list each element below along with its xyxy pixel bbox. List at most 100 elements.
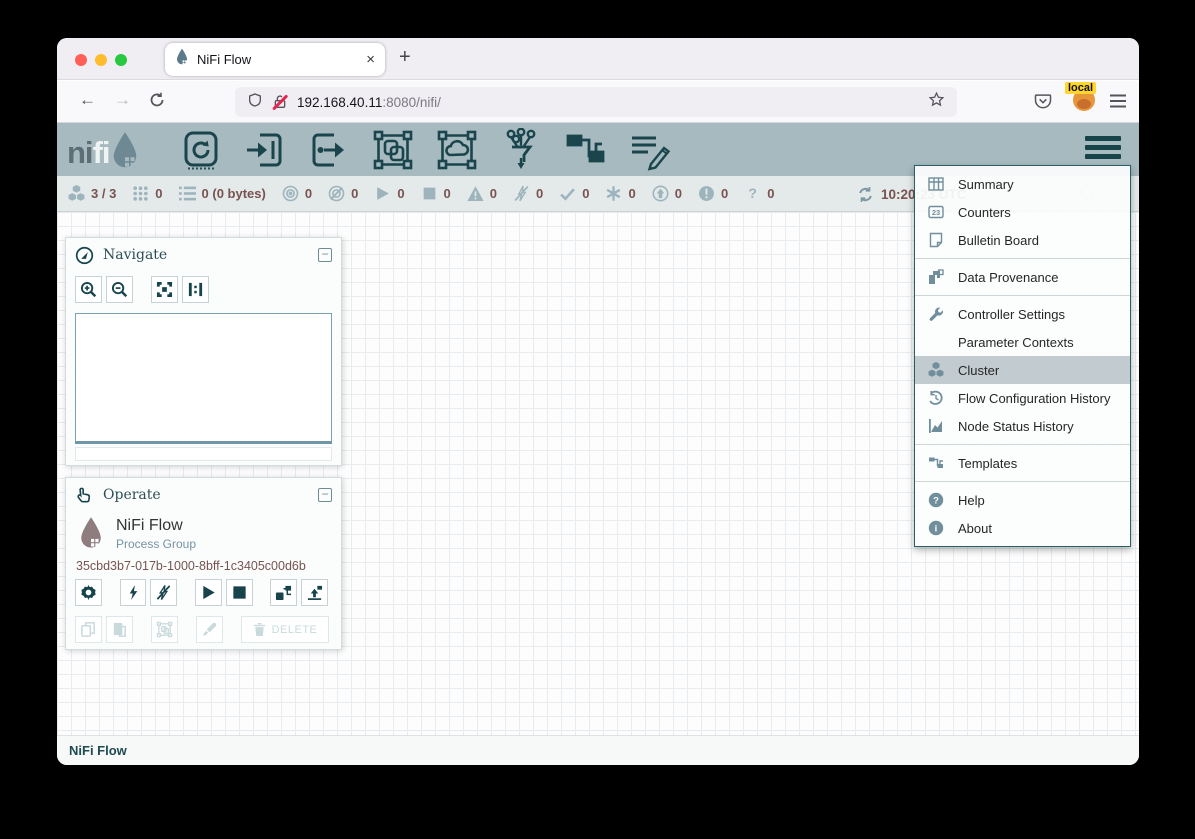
menu-item-help[interactable]: ? Help bbox=[915, 486, 1130, 514]
svg-text:i: i bbox=[935, 524, 938, 535]
fit-button[interactable] bbox=[151, 276, 178, 303]
component-toolbar bbox=[179, 128, 671, 172]
status-disabled: 0 bbox=[513, 185, 543, 202]
paste-button[interactable] bbox=[106, 616, 133, 643]
node-status-history-icon bbox=[927, 418, 945, 434]
tab-title: NiFi Flow bbox=[197, 52, 358, 67]
disabled-bolt-slash-icon bbox=[513, 185, 530, 202]
about-icon: i bbox=[927, 520, 945, 536]
url-text[interactable]: 192.168.40.11:8080/nifi/ bbox=[297, 95, 919, 110]
menu-item-about[interactable]: i About bbox=[915, 514, 1130, 542]
birdseye-brush[interactable] bbox=[75, 447, 332, 461]
menu-item-templates[interactable]: Templates bbox=[915, 449, 1130, 477]
operate-palette: Operate − NiFi Flow Process Group 35cbd3… bbox=[65, 477, 342, 650]
menu-item-cluster[interactable]: Cluster bbox=[915, 356, 1130, 384]
parameter-contexts-icon bbox=[927, 334, 945, 350]
menu-item-data-provenance[interactable]: Data Provenance bbox=[915, 263, 1130, 291]
stopped-icon bbox=[421, 185, 438, 202]
insecure-lock-icon[interactable] bbox=[272, 94, 288, 110]
menu-item-parameter-contexts[interactable]: Parameter Contexts bbox=[915, 328, 1130, 356]
status-running: 0 bbox=[374, 185, 404, 202]
nifi-logo: nifi bbox=[67, 131, 140, 171]
process-group-component[interactable] bbox=[371, 128, 415, 172]
reload-button[interactable] bbox=[149, 92, 165, 113]
zoom-out-button[interactable] bbox=[106, 276, 133, 303]
color-button[interactable] bbox=[196, 616, 223, 643]
not-transmitting-icon bbox=[328, 185, 345, 202]
refresh-icon[interactable] bbox=[857, 186, 874, 203]
flow-configuration-history-icon bbox=[927, 390, 945, 406]
create-template-button[interactable] bbox=[270, 579, 297, 606]
tab-strip: NiFi Flow × + bbox=[57, 38, 1139, 80]
process-group-drop-icon bbox=[78, 516, 104, 551]
component-type: Process Group bbox=[116, 537, 196, 551]
menu-item-summary[interactable]: Summary bbox=[915, 170, 1130, 198]
new-tab-button[interactable]: + bbox=[399, 46, 411, 69]
tracking-shield-icon[interactable] bbox=[247, 92, 263, 113]
browser-tab[interactable]: NiFi Flow × bbox=[165, 43, 385, 76]
status-stale: 0 bbox=[652, 185, 682, 202]
navigate-collapse-button[interactable]: − bbox=[318, 248, 332, 262]
processor-component[interactable] bbox=[179, 128, 223, 172]
status-sync-failure: ? 0 bbox=[744, 185, 774, 202]
disable-button[interactable] bbox=[150, 579, 177, 606]
enable-button[interactable] bbox=[120, 579, 147, 606]
breadcrumb[interactable]: NiFi Flow bbox=[69, 743, 127, 758]
delete-button[interactable]: DELETE bbox=[241, 616, 329, 643]
url-bar[interactable]: 192.168.40.11:8080/nifi/ bbox=[235, 87, 957, 117]
hand-pointer-icon bbox=[75, 486, 94, 505]
status-locally-modified: 0 bbox=[605, 185, 635, 202]
status-queued: 0 (0 bytes) bbox=[179, 185, 266, 202]
exclamation-circle-icon bbox=[698, 185, 715, 202]
window-close-button[interactable] bbox=[75, 54, 87, 66]
menu-item-flow-configuration-history[interactable]: Flow Configuration History bbox=[915, 384, 1130, 412]
start-button[interactable] bbox=[195, 579, 222, 606]
stop-button[interactable] bbox=[226, 579, 253, 606]
profile-container-badge: local bbox=[1065, 82, 1096, 94]
navigate-title: Navigate bbox=[103, 247, 167, 263]
output-port-component[interactable] bbox=[307, 128, 351, 172]
running-icon bbox=[374, 185, 391, 202]
operate-toolbar-row2: DELETE bbox=[66, 612, 341, 649]
status-transmitting: 0 bbox=[282, 185, 312, 202]
transmitting-icon bbox=[282, 185, 299, 202]
menu-item-node-status-history[interactable]: Node Status History bbox=[915, 412, 1130, 440]
window-zoom-button[interactable] bbox=[115, 54, 127, 66]
invalid-warning-icon bbox=[467, 185, 484, 202]
operate-collapse-button[interactable]: − bbox=[318, 488, 332, 502]
controller-settings-icon bbox=[927, 306, 945, 322]
upload-template-button[interactable] bbox=[301, 579, 328, 606]
status-not-transmitting: 0 bbox=[328, 185, 358, 202]
remote-process-group-component[interactable] bbox=[435, 128, 479, 172]
menu-item-controller-settings[interactable]: Controller Settings bbox=[915, 300, 1130, 328]
template-component[interactable] bbox=[563, 128, 607, 172]
group-button[interactable] bbox=[151, 616, 178, 643]
configuration-button[interactable] bbox=[75, 579, 102, 606]
label-component[interactable] bbox=[627, 128, 671, 172]
bookmark-star-icon[interactable] bbox=[928, 91, 945, 113]
status-active-threads: 0 bbox=[132, 185, 162, 202]
zoom-in-button[interactable] bbox=[75, 276, 102, 303]
funnel-component[interactable] bbox=[499, 128, 543, 172]
component-id: 35cbd3b7-017b-1000-8bff-1c3405c00d6b bbox=[66, 551, 341, 575]
global-menu-button[interactable] bbox=[1085, 136, 1121, 159]
browser-menu-icon[interactable] bbox=[1109, 93, 1127, 114]
status-connected-nodes: 3 / 3 bbox=[68, 185, 116, 202]
menu-item-bulletin-board[interactable]: Bulletin Board bbox=[915, 226, 1130, 254]
pocket-icon[interactable] bbox=[1033, 91, 1053, 116]
svg-text:23: 23 bbox=[932, 208, 940, 217]
menu-item-counters[interactable]: 23 Counters bbox=[915, 198, 1130, 226]
input-port-component[interactable] bbox=[243, 128, 287, 172]
actual-size-button[interactable] bbox=[182, 276, 209, 303]
up-to-date-check-icon bbox=[559, 185, 576, 202]
window-minimize-button[interactable] bbox=[95, 54, 107, 66]
bulletin-board-icon bbox=[927, 232, 945, 248]
stale-up-arrow-icon bbox=[652, 185, 669, 202]
back-button[interactable]: ← bbox=[79, 90, 96, 110]
cluster-icon bbox=[68, 185, 85, 202]
forward-button[interactable]: → bbox=[114, 90, 131, 110]
tab-close-icon[interactable]: × bbox=[366, 51, 375, 68]
birdseye-minimap[interactable] bbox=[75, 313, 332, 444]
global-menu: Summary 23 Counters Bulletin Board Data … bbox=[914, 165, 1131, 547]
copy-button[interactable] bbox=[75, 616, 102, 643]
